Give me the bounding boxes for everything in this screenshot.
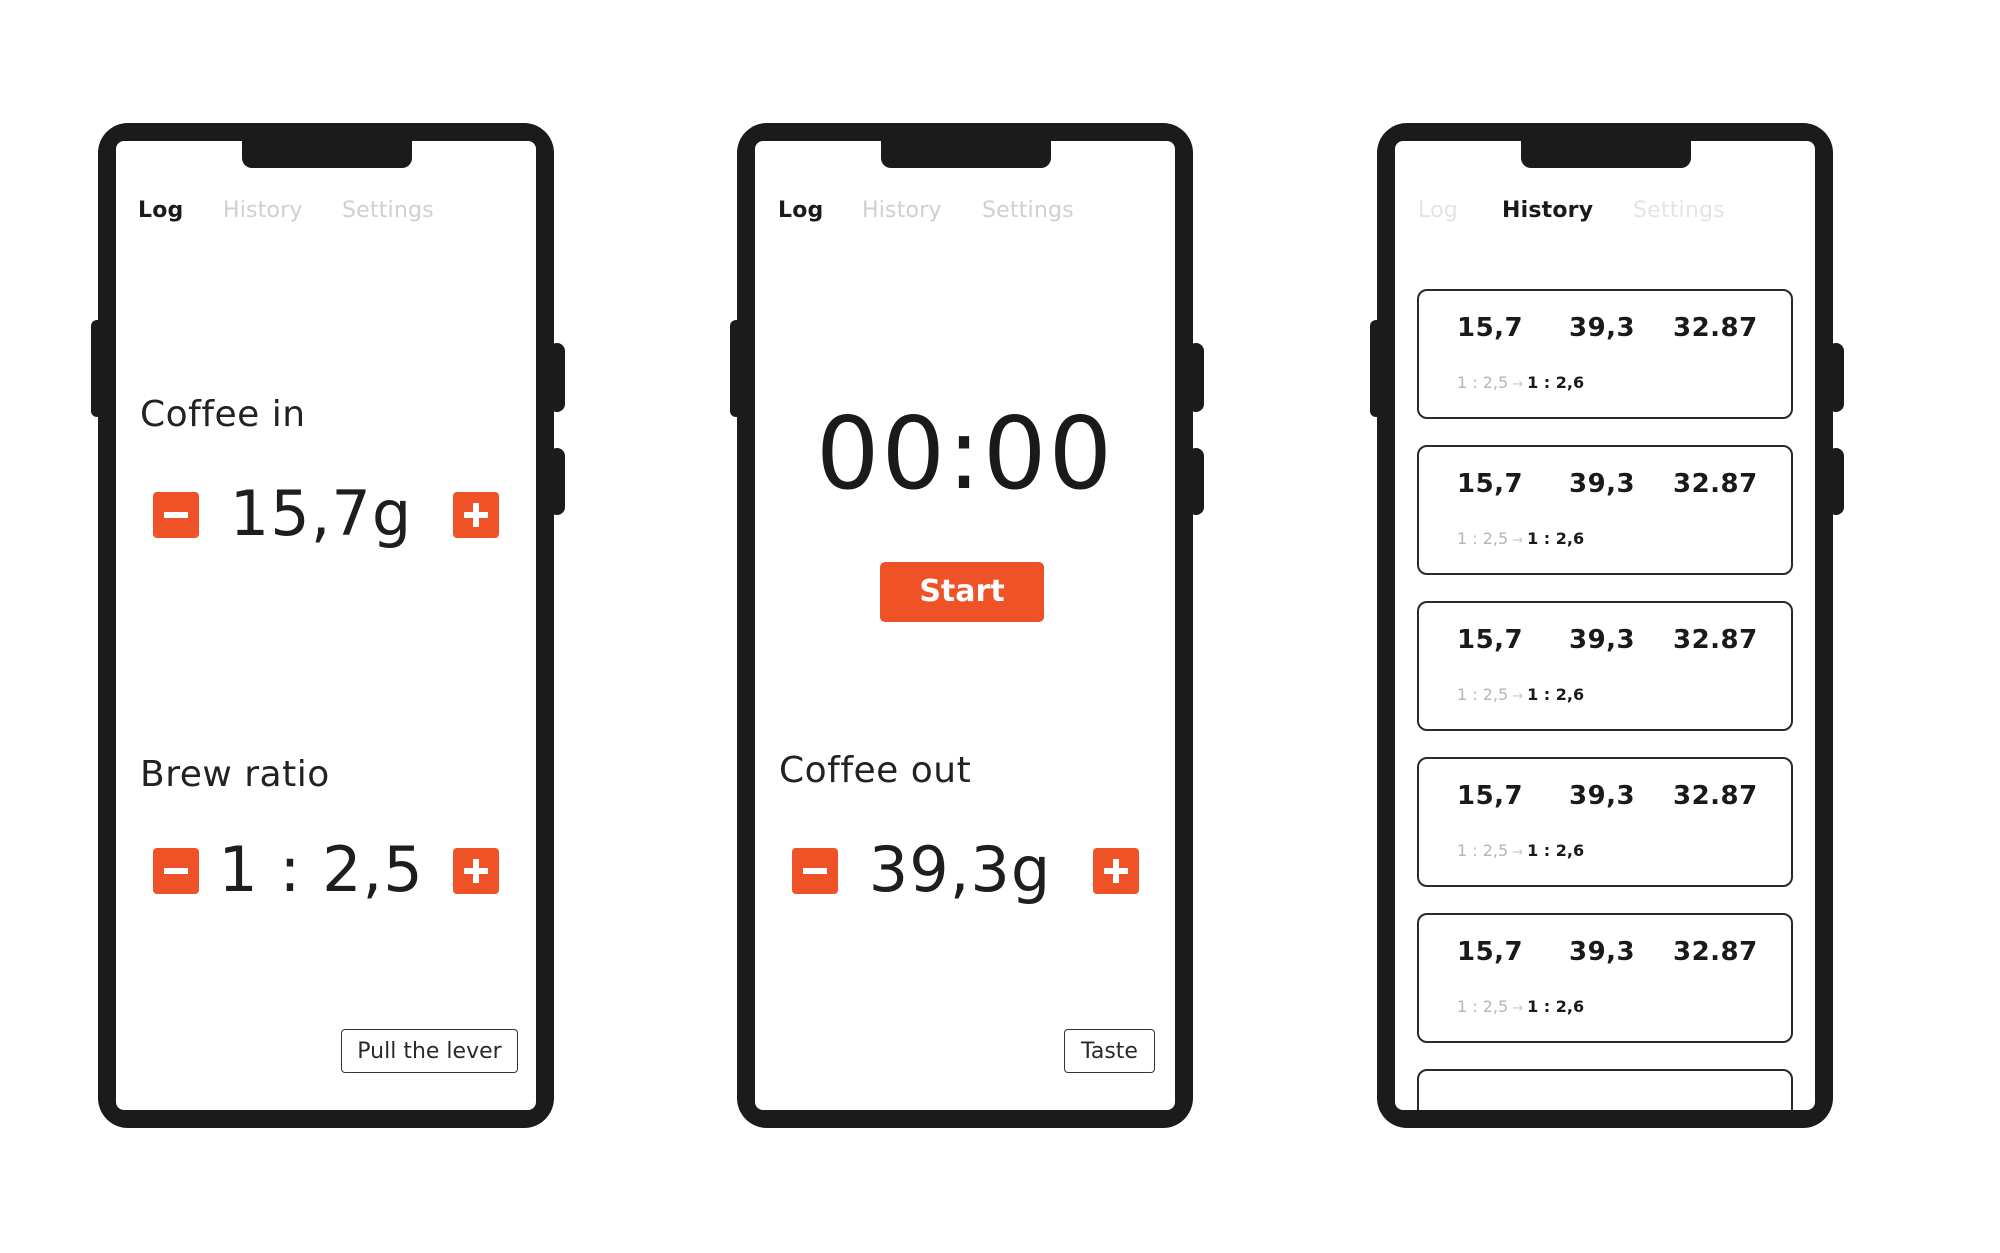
- minus-icon: [164, 868, 188, 874]
- notch: [242, 141, 412, 168]
- minus-icon: [164, 512, 188, 518]
- coffee-out-value: 39,3: [1569, 937, 1636, 967]
- coffee-in-value: 15,7g: [229, 477, 413, 550]
- ratio-change: 1 : 2,5 → 1 : 2,6: [1457, 529, 1584, 551]
- power-button: [1188, 343, 1204, 412]
- ratio-to: 1 : 2,6: [1527, 373, 1585, 392]
- ratio-to: 1 : 2,6: [1527, 841, 1585, 860]
- plus-icon-vertical: [473, 503, 479, 527]
- coffee-in-value: 15,7: [1457, 781, 1524, 811]
- tab-history[interactable]: History: [1502, 198, 1593, 224]
- volume-button: [730, 320, 742, 417]
- ratio-change: 1 : 2,5 → 1 : 2,6: [1457, 685, 1584, 707]
- tab-log[interactable]: Log: [138, 198, 183, 224]
- ratio-from: 1 : 2,5: [1457, 529, 1509, 548]
- coffee-in-value: 15,7: [1457, 937, 1524, 967]
- arrow-right-icon: →: [1512, 377, 1524, 392]
- coffee-out-value: 39,3: [1569, 781, 1636, 811]
- tab-history[interactable]: History: [862, 198, 942, 224]
- brew-ratio-increment-button[interactable]: [453, 848, 499, 894]
- ratio-from: 1 : 2,5: [1457, 841, 1509, 860]
- plus-icon-vertical: [1113, 859, 1119, 883]
- coffee-out-value: 39,3: [1569, 469, 1636, 499]
- history-card[interactable]: 15,7 39,3 32.87 1 : 2,5 → 1 : 2,6: [1417, 601, 1793, 731]
- pull-the-lever-button[interactable]: Pull the lever: [341, 1029, 518, 1073]
- side-button: [1188, 448, 1204, 515]
- volume-button: [91, 320, 103, 417]
- notch: [881, 141, 1051, 168]
- phone-log-input: Log History Settings Coffee in 15,7g Bre…: [91, 123, 565, 1128]
- brew-timer: 00:00: [815, 395, 1115, 512]
- coffee-out-value: 39,3: [1569, 313, 1636, 343]
- tab-history[interactable]: History: [223, 198, 303, 224]
- tab-log[interactable]: Log: [1418, 198, 1458, 224]
- plus-icon-vertical: [473, 859, 479, 883]
- side-button: [1828, 448, 1844, 515]
- coffee-in-value: 15,7: [1457, 469, 1524, 499]
- power-button: [549, 343, 565, 412]
- ratio-change: 1 : 2,5 → 1 : 2,6: [1457, 841, 1584, 863]
- coffee-in-increment-button[interactable]: [453, 492, 499, 538]
- ratio-from: 1 : 2,5: [1457, 685, 1509, 704]
- notch: [1521, 141, 1691, 168]
- arrow-right-icon: →: [1512, 845, 1524, 860]
- side-button: [549, 448, 565, 515]
- tab-settings[interactable]: Settings: [1633, 198, 1725, 224]
- ratio-to: 1 : 2,6: [1527, 685, 1585, 704]
- coffee-in-value: 15,7: [1457, 313, 1524, 343]
- phone-log-timer: Log History Settings 00:00 Start Coffee …: [730, 123, 1204, 1128]
- brew-time-value: 32.87: [1673, 469, 1758, 499]
- coffee-out-value: 39,3: [1569, 625, 1636, 655]
- coffee-out-increment-button[interactable]: [1093, 848, 1139, 894]
- history-card[interactable]: 15,7 39,3 32.87 1 : 2,5 → 1 : 2,6: [1417, 289, 1793, 419]
- arrow-right-icon: →: [1512, 689, 1524, 704]
- arrow-right-icon: →: [1512, 533, 1524, 548]
- start-button[interactable]: Start: [880, 562, 1044, 622]
- tab-settings[interactable]: Settings: [342, 198, 434, 224]
- brew-time-value: 32.87: [1673, 625, 1758, 655]
- coffee-in-decrement-button[interactable]: [153, 492, 199, 538]
- coffee-out-value: 39,3g: [868, 833, 1052, 906]
- phone-history: Log History Settings 15,7 39,3 32.87 1 : 2,…: [1370, 123, 1844, 1128]
- coffee-out-label: Coffee out: [779, 750, 972, 791]
- coffee-out-decrement-button[interactable]: [792, 848, 838, 894]
- ratio-from: 1 : 2,5: [1457, 997, 1509, 1016]
- screen: Log History Settings 00:00 Start Coffee …: [755, 141, 1175, 1110]
- brew-time-value: 32.87: [1673, 937, 1758, 967]
- ratio-change: 1 : 2,5 → 1 : 2,6: [1457, 373, 1584, 395]
- history-card[interactable]: [1417, 1069, 1793, 1110]
- minus-icon: [803, 868, 827, 874]
- brew-time-value: 32.87: [1673, 313, 1758, 343]
- volume-button: [1370, 320, 1382, 417]
- screen: Log History Settings 15,7 39,3 32.87 1 : 2,…: [1395, 141, 1815, 1110]
- history-card[interactable]: 15,7 39,3 32.87 1 : 2,5 → 1 : 2,6: [1417, 445, 1793, 575]
- history-card[interactable]: 15,7 39,3 32.87 1 : 2,5 → 1 : 2,6: [1417, 913, 1793, 1043]
- coffee-in-value: 15,7: [1457, 625, 1524, 655]
- brew-ratio-value: 1 : 2,5: [218, 833, 424, 906]
- arrow-right-icon: →: [1512, 1001, 1524, 1016]
- brew-ratio-decrement-button[interactable]: [153, 848, 199, 894]
- tab-settings[interactable]: Settings: [982, 198, 1074, 224]
- ratio-change: 1 : 2,5 → 1 : 2,6: [1457, 997, 1584, 1019]
- ratio-to: 1 : 2,6: [1527, 997, 1585, 1016]
- ratio-from: 1 : 2,5: [1457, 373, 1509, 392]
- brew-time-value: 32.87: [1673, 781, 1758, 811]
- taste-button[interactable]: Taste: [1064, 1029, 1155, 1073]
- brew-ratio-label: Brew ratio: [140, 754, 330, 795]
- ratio-to: 1 : 2,6: [1527, 529, 1585, 548]
- power-button: [1828, 343, 1844, 412]
- screen: Log History Settings Coffee in 15,7g Bre…: [116, 141, 536, 1110]
- history-card[interactable]: 15,7 39,3 32.87 1 : 2,5 → 1 : 2,6: [1417, 757, 1793, 887]
- coffee-in-label: Coffee in: [140, 394, 306, 435]
- tab-log[interactable]: Log: [778, 198, 823, 224]
